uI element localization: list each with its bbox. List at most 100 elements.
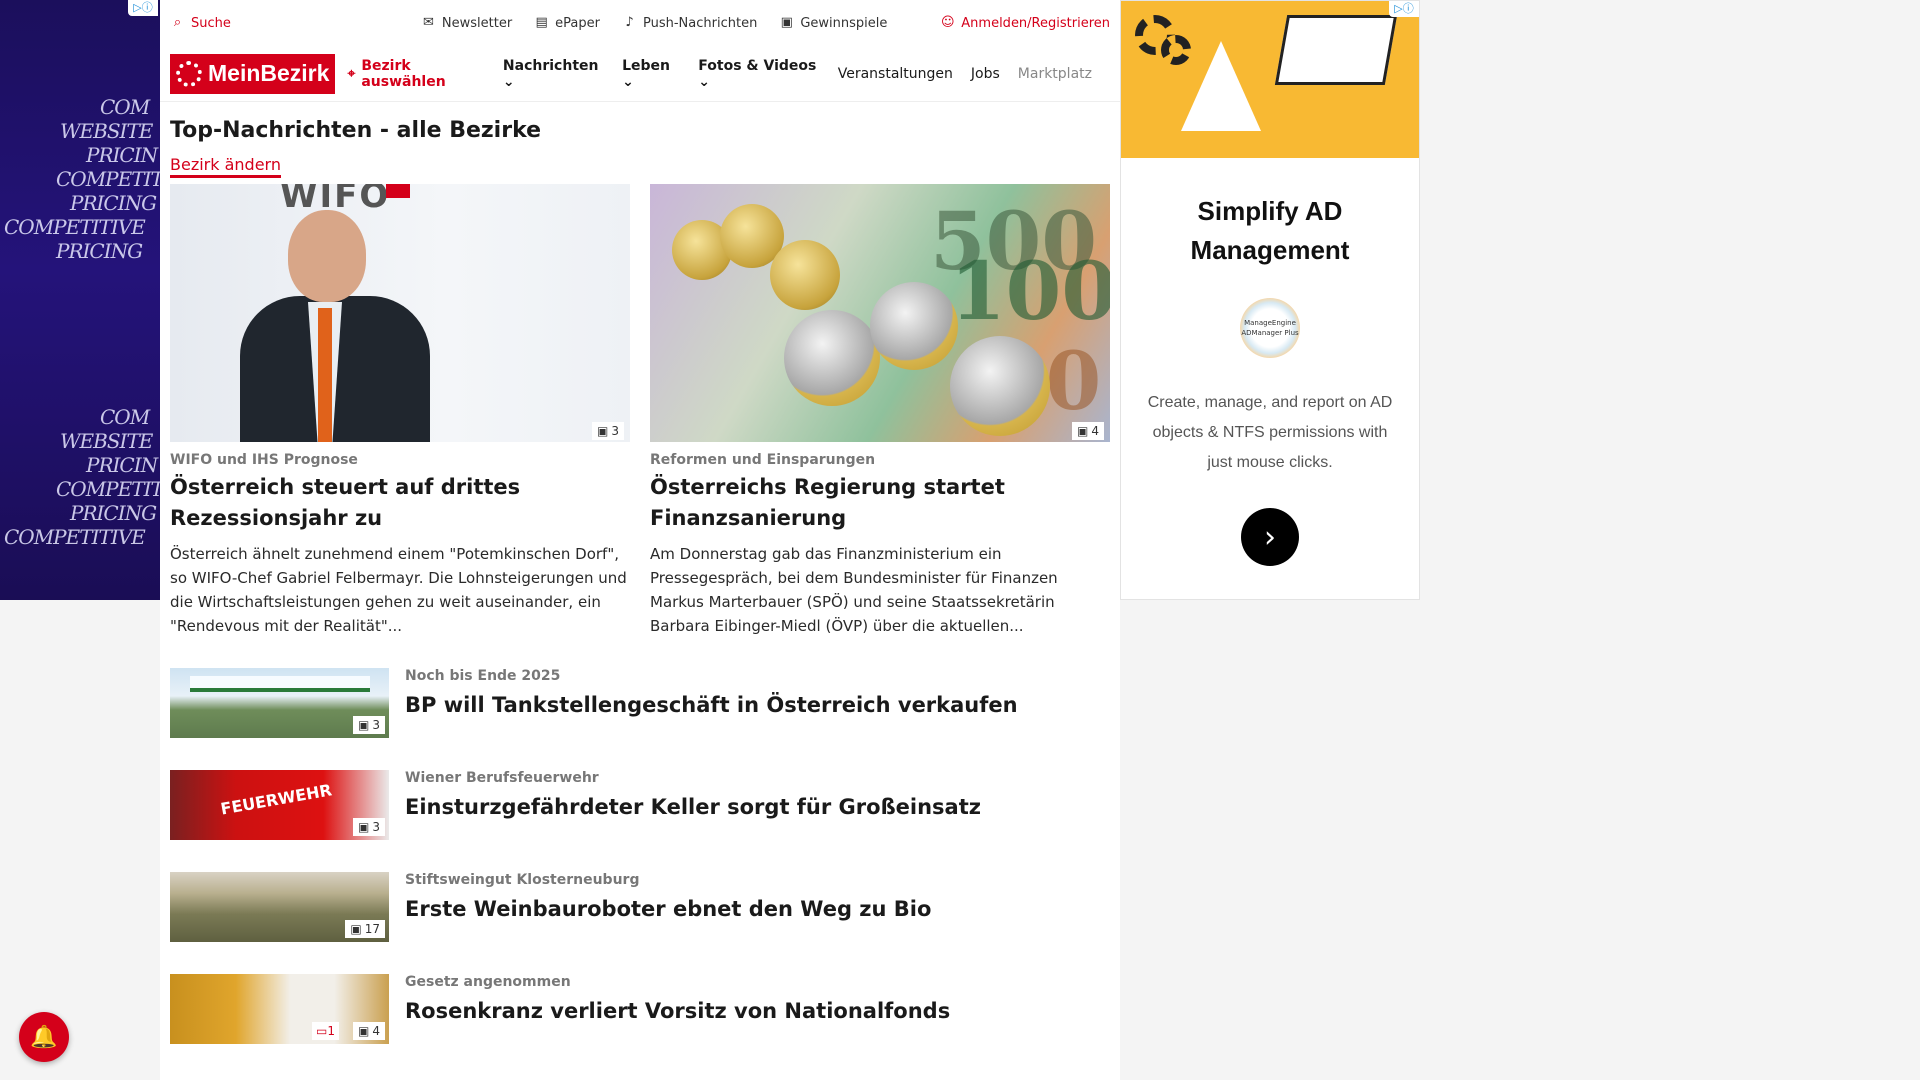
chevron-down-icon: ⌄ — [698, 73, 710, 90]
newsletter-link[interactable]: ✉ Newsletter — [421, 16, 512, 31]
notification-bell-button[interactable]: 🔔 — [19, 1012, 69, 1062]
ad-illustration: ▷ⓘ — [1121, 1, 1419, 158]
person-tie — [318, 308, 332, 442]
article-thumb[interactable]: ▭1 ▣ 4 — [170, 974, 389, 1044]
chevron-down-icon: ⌄ — [502, 73, 515, 90]
article-image[interactable]: WIFO ▣ 3 — [170, 184, 630, 442]
chevron-right-icon: › — [1264, 519, 1276, 555]
bell-icon: 🔔 — [30, 1024, 58, 1050]
ad-logo: ManageEngine ADManager Plus — [1240, 298, 1300, 358]
main-column: ⌕ Suche ✉ Newsletter ▤ ePaper ♪ Push-Nac… — [160, 0, 1120, 1080]
thumb-shape: FEUERWEHR — [219, 780, 334, 819]
nav-veranstaltungen[interactable]: Veranstaltungen — [838, 66, 953, 82]
list-title[interactable]: Erste Weinbauroboter ebnet den Weg zu Bi… — [405, 894, 931, 925]
nav-leben[interactable]: Leben ⌄ — [622, 58, 680, 90]
ad-glitch-text: COM WEBSITE PRICIN COMPETITIVE PRICING C… — [4, 95, 160, 263]
list-item-text: Gesetz angenommen Rosenkranz verliert Vo… — [405, 974, 950, 1027]
logo[interactable]: MeinBezirk — [170, 53, 336, 94]
comment-icon: ▭ — [316, 1024, 328, 1038]
gallery-icon: ▣ — [350, 922, 362, 936]
article-card[interactable]: 500 100 50 ▣4 Reformen und Einsparungen … — [650, 184, 1110, 638]
article-kicker: WIFO und IHS Prognose — [170, 452, 358, 468]
mail-icon: ✉ — [422, 15, 434, 30]
nav-fotos-videos[interactable]: Fotos & Videos ⌄ — [698, 58, 819, 90]
epaper-link[interactable]: ▤ ePaper — [534, 16, 600, 31]
coin — [770, 240, 840, 310]
list-item[interactable]: FEUERWEHR ▣ 3 Wiener Berufsfeuerwehr Eins… — [170, 770, 1110, 840]
content: Top-Nachrichten - alle Bezirke Bezirk än… — [160, 102, 1120, 1044]
adchoices-icon[interactable]: ▷ⓘ — [128, 0, 158, 16]
article-kicker: Reformen und Einsparungen — [650, 452, 876, 468]
article-thumb[interactable]: ▣ 3 — [170, 668, 389, 738]
gallery-badge: ▣ 3 — [592, 422, 624, 440]
gallery-icon: ▣ — [358, 718, 370, 732]
gallery-badge: ▣ 17 — [345, 920, 385, 938]
newspaper-icon: ▤ — [535, 15, 548, 30]
main-nav: MeinBezirk ⌖ Bezirk auswählen Nachrichte… — [160, 46, 1120, 102]
gallery-icon: ▣ — [358, 820, 370, 834]
gift-icon: ▣ — [780, 15, 793, 30]
top-cards: WIFO ▣ 3 WIFO und IHS Prognose Österreich… — [170, 184, 1110, 638]
bell-icon: ♪ — [625, 15, 634, 30]
list-kicker: Stiftsweingut Klosterneuburg — [405, 872, 640, 888]
ad-glitch-text-2: COM WEBSITE PRICIN COMPETITIVE PRICING C… — [4, 405, 160, 549]
banknote-100: 100 — [950, 244, 1110, 338]
search-icon: ⌕ — [173, 15, 182, 30]
article-teaser: Österreich ähnelt zunehmend einem "Potem… — [170, 545, 627, 635]
coin — [784, 310, 880, 406]
ad-next-button[interactable]: › — [1241, 508, 1299, 566]
right-ad-banner[interactable]: ▷ⓘ Simplify AD Management ManageEngine A… — [1120, 0, 1420, 600]
left-ad-banner[interactable]: ▷ⓘ COM WEBSITE PRICIN COMPETITIVE PRICIN… — [0, 0, 160, 600]
list-item[interactable]: ▭1 ▣ 4 Gesetz angenommen Rosenkranz verli… — [170, 974, 1110, 1044]
logo-sun-icon — [176, 60, 202, 87]
search-link[interactable]: ⌕ Suche — [170, 16, 231, 31]
list-kicker: Noch bis Ende 2025 — [405, 668, 561, 684]
list-kicker: Gesetz angenommen — [405, 974, 571, 990]
coin — [870, 282, 958, 370]
bezirk-select[interactable]: ⌖ Bezirk auswählen — [347, 58, 484, 90]
list-item[interactable]: ▣ 3 Noch bis Ende 2025 BP will Tankstelle… — [170, 668, 1110, 738]
nav-jobs[interactable]: Jobs — [971, 66, 1000, 82]
list-title[interactable]: Rosenkranz verliert Vorsitz von National… — [405, 996, 950, 1027]
gallery-badge: ▣ 4 — [353, 1022, 385, 1040]
list-kicker: Wiener Berufsfeuerwehr — [405, 770, 599, 786]
warning-triangle-shape — [1181, 41, 1261, 131]
wifo-logo-mark — [386, 184, 410, 198]
ad-title: Simplify AD Management — [1190, 196, 1350, 265]
login-link[interactable]: ☺ Anmelden/Registrieren — [940, 16, 1110, 31]
user-icon: ☺ — [941, 15, 955, 30]
article-teaser: Am Donnerstag gab das Finanzministerium … — [650, 545, 1058, 635]
article-thumb[interactable]: FEUERWEHR ▣ 3 — [170, 770, 389, 840]
article-list: ▣ 3 Noch bis Ende 2025 BP will Tankstelle… — [170, 668, 1110, 1044]
list-item-text: Wiener Berufsfeuerwehr Einsturzgefährdet… — [405, 770, 981, 823]
article-image[interactable]: 500 100 50 ▣4 — [650, 184, 1110, 442]
nav-marktplatz[interactable]: Marktplatz — [1018, 66, 1092, 82]
list-item-text: Stiftsweingut Klosterneuburg Erste Weinb… — [405, 872, 931, 925]
comment-badge: ▭1 — [312, 1022, 339, 1040]
gallery-icon: ▣ — [1077, 424, 1089, 438]
location-pin-icon: ⌖ — [347, 65, 356, 82]
laptop-icon — [1274, 15, 1398, 85]
thumb-shape — [190, 676, 370, 692]
coin — [950, 336, 1050, 436]
adchoices-icon[interactable]: ▷ⓘ — [1389, 1, 1419, 17]
ad-text: Create, manage, and report on AD objects… — [1147, 394, 1393, 471]
article-card[interactable]: WIFO ▣ 3 WIFO und IHS Prognose Österreich… — [170, 184, 630, 638]
list-title[interactable]: BP will Tankstellengeschäft in Österreic… — [405, 690, 1018, 721]
nav-nachrichten[interactable]: Nachrichten ⌄ — [503, 58, 604, 90]
article-title[interactable]: Österreichs Regierung startet Finanzsani… — [650, 472, 1110, 534]
list-item-text: Noch bis Ende 2025 BP will Tankstellenge… — [405, 668, 1018, 721]
article-title[interactable]: Österreich steuert auf drittes Rezession… — [170, 472, 630, 534]
top-utility-bar: ⌕ Suche ✉ Newsletter ▤ ePaper ♪ Push-Nac… — [160, 0, 1120, 46]
change-bezirk-link[interactable]: Bezirk ändern — [170, 155, 281, 178]
gewinnspiele-link[interactable]: ▣ Gewinnspiele — [779, 15, 888, 31]
gallery-badge: ▣ 3 — [353, 716, 385, 734]
gallery-badge: ▣ 4 — [1072, 422, 1104, 440]
push-link[interactable]: ♪ Push-Nachrichten — [622, 16, 757, 31]
gallery-icon: ▣ — [597, 424, 609, 438]
article-thumb[interactable]: ▣ 17 — [170, 872, 389, 942]
person-head — [288, 210, 366, 302]
gallery-icon: ▣ — [358, 1024, 370, 1038]
list-title[interactable]: Einsturzgefährdeter Keller sorgt für Gro… — [405, 792, 981, 823]
list-item[interactable]: ▣ 17 Stiftsweingut Klosterneuburg Erste W… — [170, 872, 1110, 942]
